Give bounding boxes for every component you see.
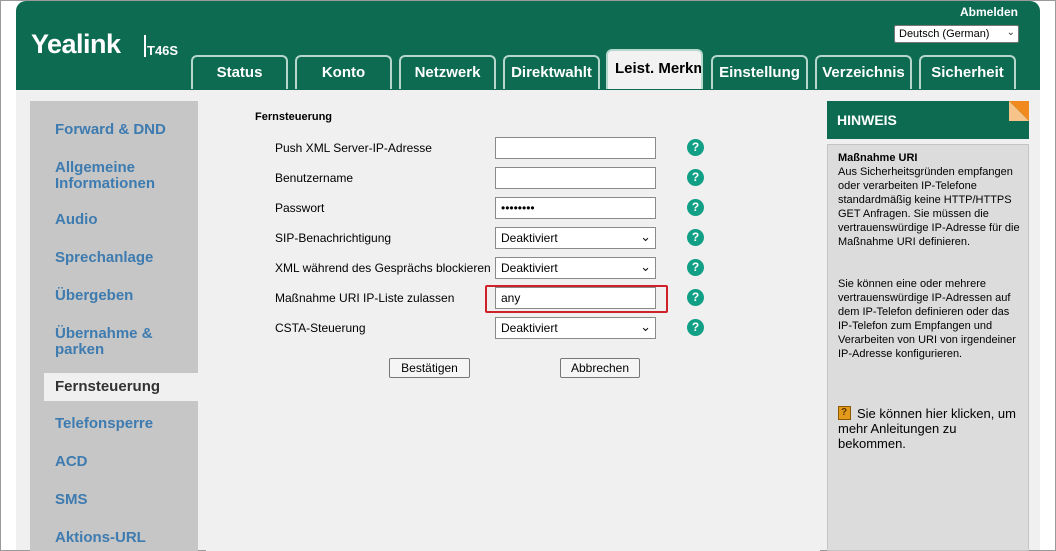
chevron-down-icon: ⌄ <box>640 259 651 274</box>
tab-verzeichnis[interactable]: Verzeichnis <box>815 55 912 89</box>
label-benutzername: Benutzername <box>275 171 354 185</box>
question-circle-icon[interactable]: ? <box>687 229 704 246</box>
benutzername-input[interactable] <box>495 167 656 189</box>
tab-direktwahltaste[interactable]: Direktwahlt <box>503 55 600 89</box>
model-label: T46S <box>147 43 179 58</box>
highlight-box <box>485 285 668 313</box>
sidebar-item-audio[interactable]: Audio <box>55 212 98 228</box>
language-select-value: Deutsch (German) <box>899 28 990 40</box>
tab-netzwerk[interactable]: Netzwerk <box>399 55 496 89</box>
cancel-button[interactable]: Abbrechen <box>560 358 640 378</box>
question-circle-icon[interactable]: ? <box>687 139 704 156</box>
label-sip-benachrichtigung: SIP-Benachrichtigung <box>275 231 392 245</box>
tab-sicherheit[interactable]: Sicherheit <box>919 55 1016 89</box>
sidebar-item-fernsteuerung[interactable]: Fernsteuerung <box>55 378 160 395</box>
logout-link[interactable]: Abmelden <box>960 5 1018 19</box>
sidebar-item-acd[interactable]: ACD <box>55 454 88 470</box>
sidebar-item-allgemeine-informationen[interactable]: Allgemeine Informationen <box>55 160 175 192</box>
hint-guide-link[interactable]: Sie können hier klicken, um mehr Anleitu… <box>838 405 1020 451</box>
question-circle-icon[interactable]: ? <box>687 259 704 276</box>
sip-benachrichtigung-value: Deaktiviert <box>501 231 558 245</box>
hint-paragraph-1: Aus Sicherheitsgründen empfangen oder ve… <box>838 166 1020 248</box>
sidebar-item-sprechanlage[interactable]: Sprechanlage <box>55 250 153 266</box>
tab-leistungsmerkmale[interactable]: Leist. Merkm <box>606 49 703 89</box>
language-select[interactable]: Deutsch (German) ⌄ <box>894 25 1019 43</box>
question-circle-icon[interactable]: ? <box>687 289 704 306</box>
sidebar-item-sms[interactable]: SMS <box>55 492 88 508</box>
label-uri-ip-liste: Maßnahme URI IP-Liste zulassen <box>275 291 455 305</box>
hint-subtitle: Maßnahme URI <box>838 152 918 164</box>
tab-einstellung[interactable]: Einstellung <box>711 55 808 89</box>
label-csta-steuerung: CSTA-Steuerung <box>275 321 366 335</box>
question-circle-icon[interactable]: ? <box>687 319 704 336</box>
brand-logo: Yealink <box>31 29 121 59</box>
tab-status[interactable]: Status <box>191 55 288 89</box>
sidebar-item-aktions-url[interactable]: Aktions-URL <box>55 530 146 546</box>
csta-steuerung-select[interactable]: Deaktiviert ⌄ <box>495 317 656 339</box>
label-xml-blockieren: XML während des Gesprächs blockieren <box>275 261 491 275</box>
chevron-down-icon: ⌄ <box>640 319 651 334</box>
sip-benachrichtigung-select[interactable]: Deaktiviert ⌄ <box>495 227 656 249</box>
push-xml-server-ip-input[interactable] <box>495 137 656 159</box>
xml-blockieren-select[interactable]: Deaktiviert ⌄ <box>495 257 656 279</box>
sidebar-item-forward-dnd[interactable]: Forward & DND <box>55 122 166 138</box>
chevron-down-icon: ⌄ <box>640 229 651 244</box>
hint-paragraph-2: Sie können eine oder mehrere vertrauensw… <box>838 278 1016 360</box>
sidebar-item-uebernahme-parken[interactable]: Übernahme & parken <box>55 326 165 358</box>
xml-blockieren-value: Deaktiviert <box>501 261 558 275</box>
chevron-down-icon: ⌄ <box>1006 27 1015 38</box>
confirm-button[interactable]: Bestätigen <box>389 358 470 378</box>
page-corner-fold <box>1009 101 1029 121</box>
book-help-icon <box>838 405 851 420</box>
passwort-input[interactable]: •••••••• <box>495 197 656 219</box>
csta-steuerung-value: Deaktiviert <box>501 321 558 335</box>
section-title: Fernsteuerung <box>255 111 333 123</box>
label-passwort: Passwort <box>275 201 325 215</box>
sidebar-item-uebergeben[interactable]: Übergeben <box>55 288 133 304</box>
question-circle-icon[interactable]: ? <box>687 199 704 216</box>
logo-divider <box>144 35 146 57</box>
label-push-xml-server-ip: Push XML Server-IP-Adresse <box>275 141 432 155</box>
sidebar-item-telefonsperre[interactable]: Telefonsperre <box>55 416 153 432</box>
sidebar: Forward & DND Allgemeine Informationen A… <box>30 101 198 551</box>
tab-konto[interactable]: Konto <box>295 55 392 89</box>
question-circle-icon[interactable]: ? <box>687 169 704 186</box>
hint-guide-text: Sie können hier klicken, um mehr Anleitu… <box>838 406 1016 451</box>
hint-header: HINWEIS <box>827 101 1029 139</box>
